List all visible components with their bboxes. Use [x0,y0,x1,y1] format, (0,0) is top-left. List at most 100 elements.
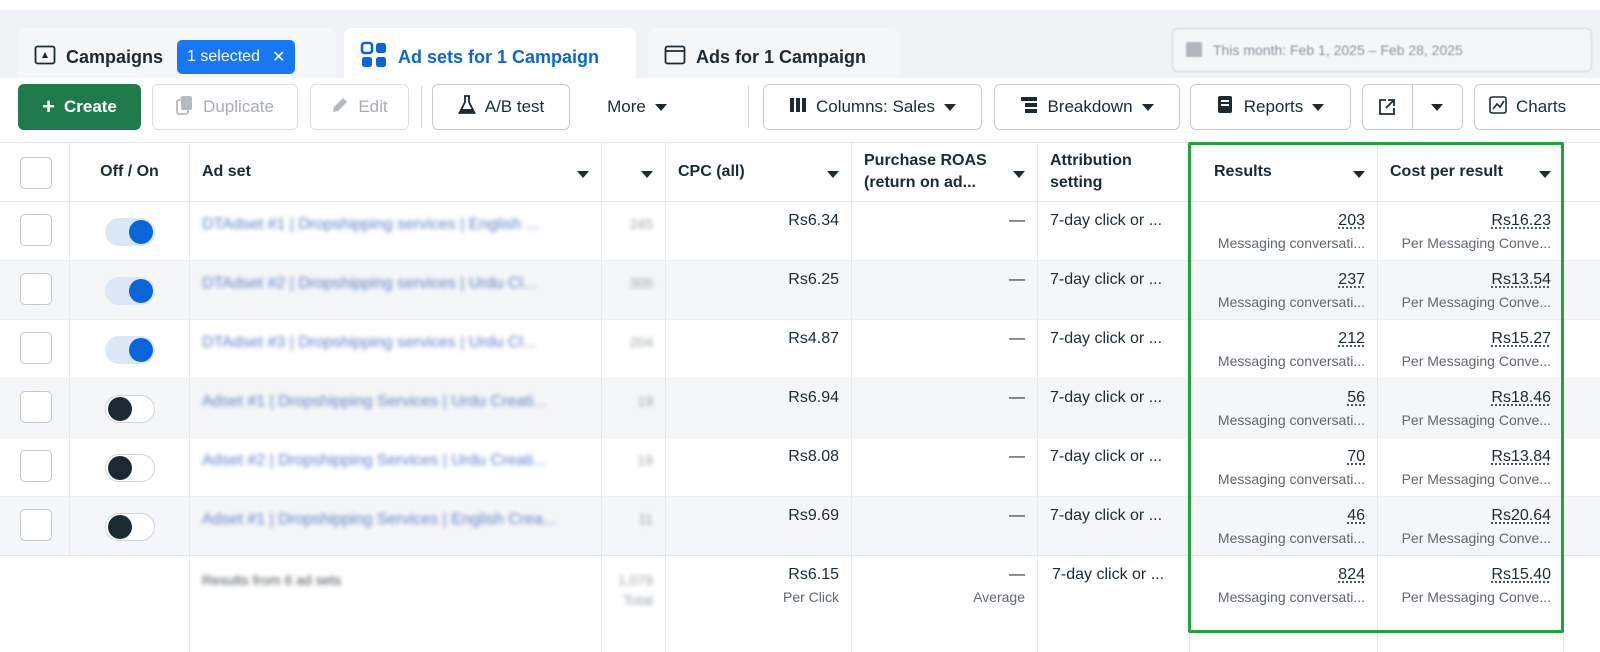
table-row[interactable]: DTAdset #1 | Dropshipping services | Eng… [0,202,1600,261]
total-cpc-sub: Per Click [782,589,839,605]
delivery-toggle[interactable] [104,336,155,364]
results-value[interactable]: 70 [1347,448,1365,465]
sort-caret-icon[interactable] [1013,171,1025,178]
table-row[interactable]: Adset #1 | Dropshipping Services | Urdu … [0,379,1600,438]
table-row[interactable]: Adset #1 | Dropshipping Services | Engli… [0,497,1600,556]
row-extra-value: 11 [638,511,653,527]
header-attribution-label: Attribution setting [1050,151,1132,191]
total-attribution: 7-day click or ... [1052,566,1165,583]
delivery-toggle[interactable] [104,395,155,423]
date-range-picker[interactable]: This month: Feb 1, 2025 – Feb 28, 2025 [1172,28,1592,72]
delivery-toggle[interactable] [104,277,155,305]
delivery-toggle[interactable] [104,454,155,482]
export-dropdown[interactable] [1413,103,1463,111]
selected-badge[interactable]: 1 selected ✕ [177,40,296,74]
attribution-value: 7-day click or ... [1050,271,1163,288]
sort-caret-icon[interactable] [1353,171,1365,178]
columns-button-label: Columns: Sales [815,97,936,116]
sort-caret-icon[interactable] [1539,171,1551,178]
row-checkbox[interactable] [20,509,52,541]
export-button-group[interactable] [1362,84,1463,130]
chevron-down-icon [1141,103,1154,111]
results-value[interactable]: 203 [1338,212,1365,229]
columns-button[interactable]: Columns: Sales [763,84,982,130]
row-checkbox[interactable] [20,450,52,482]
cost-per-result-value[interactable]: Rs15.27 [1491,330,1551,347]
ad-sets-table: Off / On Ad set CPC (all) Purchase ROAS … [0,142,1600,652]
total-cost-sub: Per Messaging Conve... [1401,589,1551,605]
header-hidden-column[interactable] [602,143,666,201]
attribution-value: 7-day click or ... [1050,330,1163,347]
roas-value: — [1009,330,1025,347]
cost-per-result-value[interactable]: Rs13.54 [1491,271,1551,288]
total-label-cell: Results from 6 ad sets [190,556,602,652]
tab-ads-label: Ads for 1 Campaign [696,46,867,67]
cost-per-result-value[interactable]: Rs13.84 [1491,448,1551,465]
ad-set-name-link[interactable]: DTAdset #2 | Dropshipping services | Urd… [202,275,589,293]
header-cost-per-result[interactable]: Cost per result [1378,143,1564,201]
sort-caret-icon[interactable] [641,171,653,178]
row-attribution-cell: 7-day click or ... [1038,320,1190,378]
delivery-toggle[interactable] [104,513,155,541]
more-button[interactable]: More [588,84,686,130]
row-results-cell: 46 Messaging conversati... [1190,497,1378,555]
cost-per-result-value[interactable]: Rs20.64 [1491,507,1551,524]
table-row[interactable]: DTAdset #2 | Dropshipping services | Urd… [0,261,1600,320]
row-checkbox[interactable] [20,214,52,246]
breakdown-button[interactable]: Breakdown [994,84,1180,130]
row-checkbox[interactable] [20,273,52,305]
results-value[interactable]: 212 [1338,330,1365,347]
cost-per-result-value[interactable]: Rs18.46 [1491,389,1551,406]
charts-button[interactable]: Charts [1474,84,1600,130]
header-ad-set[interactable]: Ad set [190,143,602,201]
row-cost-cell: Rs13.84 Per Messaging Conve... [1378,438,1564,496]
sort-caret-icon[interactable] [827,171,839,178]
reports-button[interactable]: Reports [1190,84,1351,130]
row-cpc-cell: Rs6.94 [666,379,852,437]
sort-caret-icon[interactable] [577,171,589,178]
tab-campaigns-label: Campaigns [66,46,164,67]
cost-per-result-value[interactable]: Rs16.23 [1491,212,1551,229]
row-checkbox[interactable] [20,391,52,423]
ad-set-name-link[interactable]: DTAdset #3 | Dropshipping services | Urd… [202,334,589,352]
header-attribution[interactable]: Attribution setting [1038,143,1190,201]
row-toggle-cell [70,438,190,496]
chart-icon [1489,95,1507,119]
export-icon[interactable] [1363,85,1413,129]
header-off-on[interactable]: Off / On [70,143,190,201]
selected-badge-label: 1 selected [187,48,260,65]
ad-set-name-link[interactable]: Adset #2 | Dropshipping Services | Urdu … [202,452,589,470]
header-cpc[interactable]: CPC (all) [666,143,852,201]
flask-icon [457,94,476,120]
row-extra-value: 245 [629,216,653,232]
cpc-value: Rs6.34 [788,212,839,229]
results-value[interactable]: 46 [1347,507,1365,524]
total-cost-value[interactable]: Rs15.40 [1491,566,1551,583]
header-results[interactable]: Results [1190,143,1378,201]
total-spacer [0,556,190,652]
select-all-checkbox[interactable] [20,157,52,189]
edit-button[interactable]: Edit [310,84,409,130]
ab-test-button[interactable]: A/B test [432,84,570,130]
delivery-toggle[interactable] [104,218,155,246]
clear-selection-icon[interactable]: ✕ [272,47,285,67]
row-name-cell: DTAdset #3 | Dropshipping services | Urd… [190,320,602,378]
table-row[interactable]: DTAdset #3 | Dropshipping services | Urd… [0,320,1600,379]
total-results-value[interactable]: 824 [1338,566,1365,583]
pencil-icon [331,96,349,119]
duplicate-button[interactable]: Duplicate [152,84,298,130]
create-button[interactable]: + Create [18,84,141,130]
total-roas-sub: Average [973,589,1025,605]
results-value[interactable]: 56 [1347,389,1365,406]
row-checkbox-cell [0,379,70,437]
ad-set-name-link[interactable]: Adset #1 | Dropshipping Services | Urdu … [202,393,589,411]
ad-set-name-link[interactable]: DTAdset #1 | Dropshipping services | Eng… [202,216,589,234]
row-checkbox[interactable] [20,332,52,364]
results-value[interactable]: 237 [1338,271,1365,288]
ad-set-name-link[interactable]: Adset #1 | Dropshipping Services | Engli… [202,511,589,529]
table-row[interactable]: Adset #2 | Dropshipping Services | Urdu … [0,438,1600,497]
total-attribution-cell: 7-day click or ... [1038,556,1190,652]
header-ad-set-label: Ad set [202,162,251,180]
row-roas-cell: — [852,379,1038,437]
header-purchase-roas[interactable]: Purchase ROAS (return on ad... [852,143,1038,201]
